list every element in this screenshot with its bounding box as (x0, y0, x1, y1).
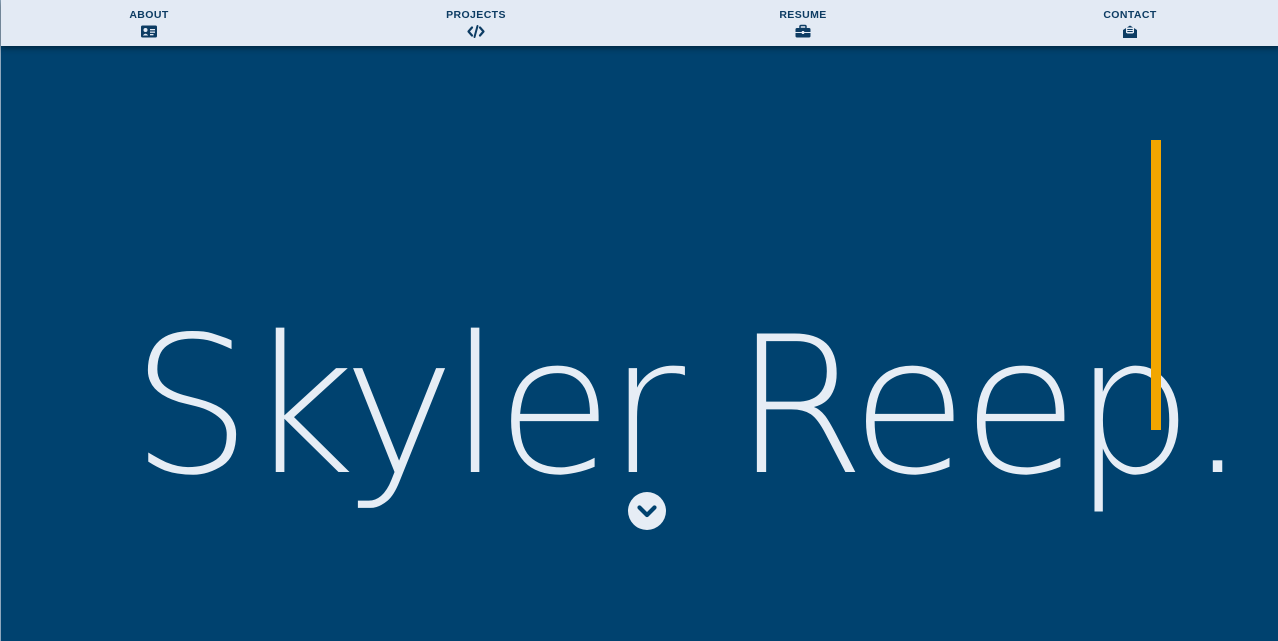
envelope-open-icon (1121, 24, 1139, 39)
nav-label-about: ABOUT (129, 9, 169, 21)
nav-label-projects: PROJECTS (446, 9, 506, 21)
nav-item-resume[interactable]: RESUME (743, 0, 863, 46)
nav-item-projects[interactable]: PROJECTS (416, 0, 536, 46)
code-icon (467, 24, 485, 39)
nav-label-resume: RESUME (779, 9, 827, 21)
nav-label-contact: CONTACT (1103, 9, 1157, 21)
id-card-icon (140, 24, 158, 39)
top-navbar: ABOUT PROJECTS RESUME CONTACT (1, 0, 1278, 46)
nav-item-about[interactable]: ABOUT (89, 0, 209, 46)
nav-item-contact[interactable]: CONTACT (1070, 0, 1190, 46)
scroll-down-button[interactable] (628, 492, 666, 530)
briefcase-icon (794, 24, 812, 39)
hero-name: Skyler Reep. (131, 296, 1248, 518)
chevron-down-circle-icon (628, 492, 666, 530)
page: ABOUT PROJECTS RESUME CONTACT Skyler Ree… (0, 0, 1278, 641)
typing-cursor (1151, 140, 1161, 430)
